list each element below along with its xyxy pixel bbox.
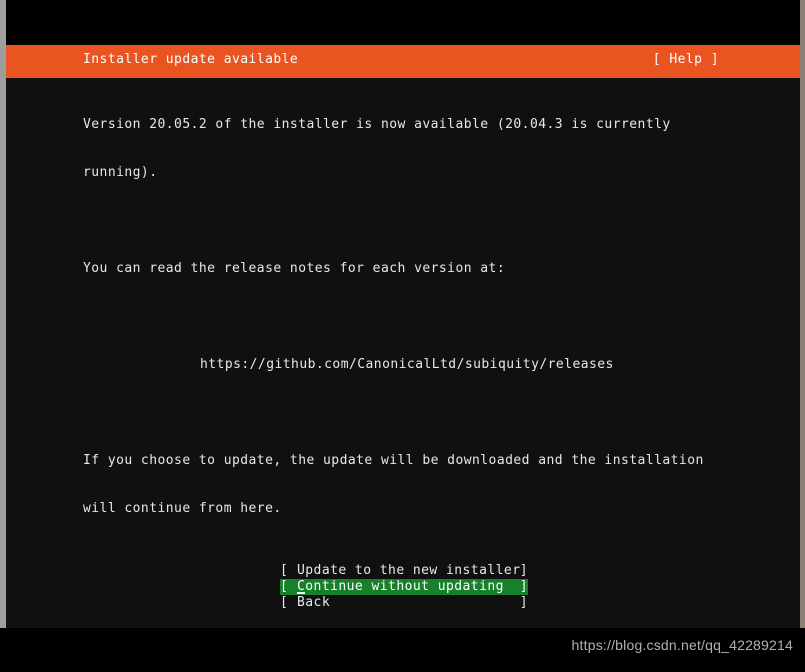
- update-explanation-line-1: If you choose to update, the update will…: [83, 453, 704, 468]
- text-spacer-1: [83, 213, 783, 229]
- bracket-right-icon: ]: [519, 563, 528, 578]
- back-button[interactable]: [ Back ]: [280, 595, 528, 611]
- button-stack: [ Update to the new installer ] [ Contin…: [280, 563, 528, 611]
- update-installer-button-label: Update to the new installer: [297, 563, 521, 578]
- terminal-surface: Installer update available [ Help ] Vers…: [6, 0, 800, 628]
- bracket-right-icon: ]: [519, 595, 528, 610]
- continue-without-updating-button-label: Continue without updating: [297, 579, 504, 594]
- installer-screen: Installer update available [ Help ] Vers…: [0, 0, 805, 672]
- intro-line-1: Version 20.05.2 of the installer is now …: [83, 117, 671, 132]
- window-left-edge: [0, 0, 6, 628]
- bracket-left-icon: [: [280, 595, 289, 610]
- bracket-left-icon: [: [280, 563, 289, 578]
- update-explanation-line-2: will continue from here.: [83, 501, 282, 516]
- back-button-label: Back: [297, 595, 331, 610]
- top-gutter: [6, 0, 800, 45]
- bracket-left-icon: [: [280, 579, 289, 594]
- body-text: Version 20.05.2 of the installer is now …: [83, 85, 783, 549]
- release-notes-url: https://github.com/CanonicalLtd/subiquit…: [200, 357, 614, 372]
- watermark-text: https://blog.csdn.net/qq_42289214: [571, 637, 793, 653]
- header-bar: Installer update available [ Help ]: [6, 45, 800, 78]
- window-right-edge: [800, 0, 805, 628]
- bracket-right-icon: ]: [519, 579, 528, 594]
- continue-without-updating-button[interactable]: [ Continue without updating ]: [280, 579, 528, 595]
- help-button[interactable]: [ Help ]: [653, 52, 719, 67]
- page-title: Installer update available: [83, 52, 299, 67]
- bottom-strip: https://blog.csdn.net/qq_42289214: [0, 628, 805, 672]
- text-spacer-2: [83, 309, 783, 325]
- intro-line-2: running).: [83, 165, 158, 180]
- update-installer-button[interactable]: [ Update to the new installer ]: [280, 563, 528, 579]
- text-spacer-3: [83, 405, 783, 421]
- release-notes-intro: You can read the release notes for each …: [83, 261, 506, 276]
